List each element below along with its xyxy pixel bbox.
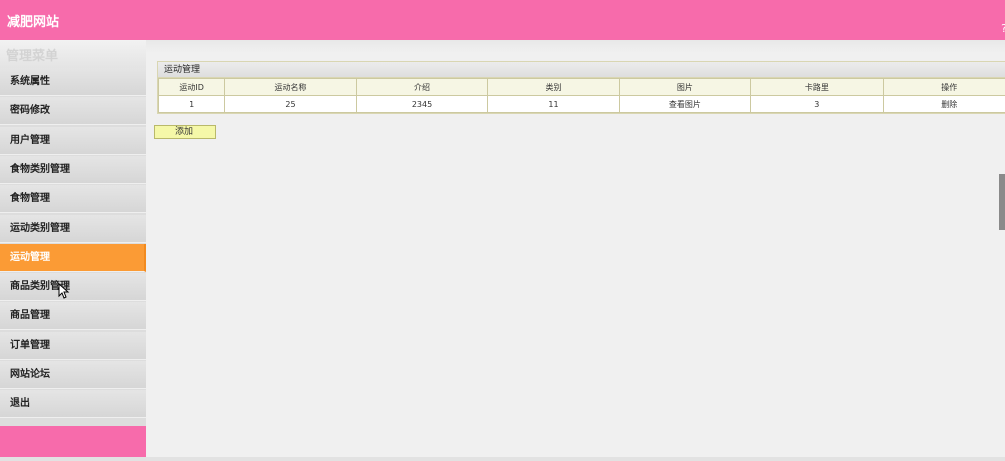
table-cell: 11 — [487, 95, 620, 113]
bottom-strip — [0, 457, 1005, 461]
sidebar-item-3[interactable]: 用户管理 — [0, 126, 146, 155]
sidebar-item-9[interactable]: 商品管理 — [0, 302, 146, 331]
sidebar-item-1[interactable]: 系统属性 — [0, 68, 146, 96]
sidebar-footer — [0, 426, 146, 457]
column-header: 操作 — [882, 78, 1005, 96]
scrollbar-thumb[interactable] — [999, 174, 1005, 230]
sidebar-item-7[interactable]: 运动管理 — [0, 243, 146, 272]
table-cell: 2345 — [355, 95, 489, 113]
table-cell: 3 — [750, 95, 884, 113]
exercise-table: 运动ID 运动名称 介绍 类别 图片 卡路里 操作 1 25 2345 11 查看图片 3 删除 — [157, 78, 1005, 113]
delete-link[interactable]: 删除 — [882, 95, 1005, 113]
site-header: 减肥网站 ? — [0, 0, 1005, 40]
column-header: 运动ID — [157, 78, 226, 96]
table-cell: 1 — [157, 95, 226, 113]
view-image-link[interactable]: 查看图片 — [618, 95, 752, 113]
sidebar-item-8[interactable]: 商品类别管理 — [0, 273, 146, 302]
column-header: 图片 — [618, 78, 752, 96]
column-header: 类别 — [487, 78, 620, 96]
sidebar-item-5[interactable]: 食物管理 — [0, 185, 146, 214]
table-cell: 25 — [224, 95, 357, 113]
sidebar-item-10[interactable]: 订单管理 — [0, 331, 146, 360]
sidebar-item-6[interactable]: 运动类别管理 — [0, 214, 146, 243]
sidebar-item-4[interactable]: 食物类别管理 — [0, 155, 146, 184]
table-row: 1 25 2345 11 查看图片 3 删除 — [157, 95, 1005, 113]
exercise-panel: 运动管理 运动ID 运动名称 介绍 类别 图片 卡路里 操作 1 25 2345 11 查看图片 3 删… — [157, 61, 1005, 114]
table-header-row: 运动ID 运动名称 介绍 类别 图片 卡路里 操作 — [157, 78, 1005, 96]
column-header: 介绍 — [355, 78, 489, 96]
column-header: 卡路里 — [750, 78, 884, 96]
sidebar: 管理菜单 系统属性 密码修改 用户管理 食物类别管理 食物管理 运动类别管理 运动管理 商品类… — [0, 40, 146, 457]
sidebar-item-12[interactable]: 退出 — [0, 390, 146, 419]
header-edge-text: ? — [1001, 22, 1005, 35]
sidebar-item-2[interactable]: 密码修改 — [0, 97, 146, 126]
site-title: 减肥网站 — [7, 15, 60, 30]
column-header: 运动名称 — [224, 78, 357, 96]
main-content: 运动管理 运动ID 运动名称 介绍 类别 图片 卡路里 操作 1 25 2345 11 查看图片 3 删… — [146, 40, 1005, 461]
menu-title: 管理菜单 — [0, 40, 146, 68]
table-body: 1 25 2345 11 查看图片 3 删除 — [157, 95, 1005, 113]
sidebar-item-11[interactable]: 网站论坛 — [0, 361, 146, 389]
add-button[interactable]: 添加 — [154, 125, 216, 139]
panel-title: 运动管理 — [158, 62, 1005, 78]
main-top-strip — [146, 40, 1005, 53]
